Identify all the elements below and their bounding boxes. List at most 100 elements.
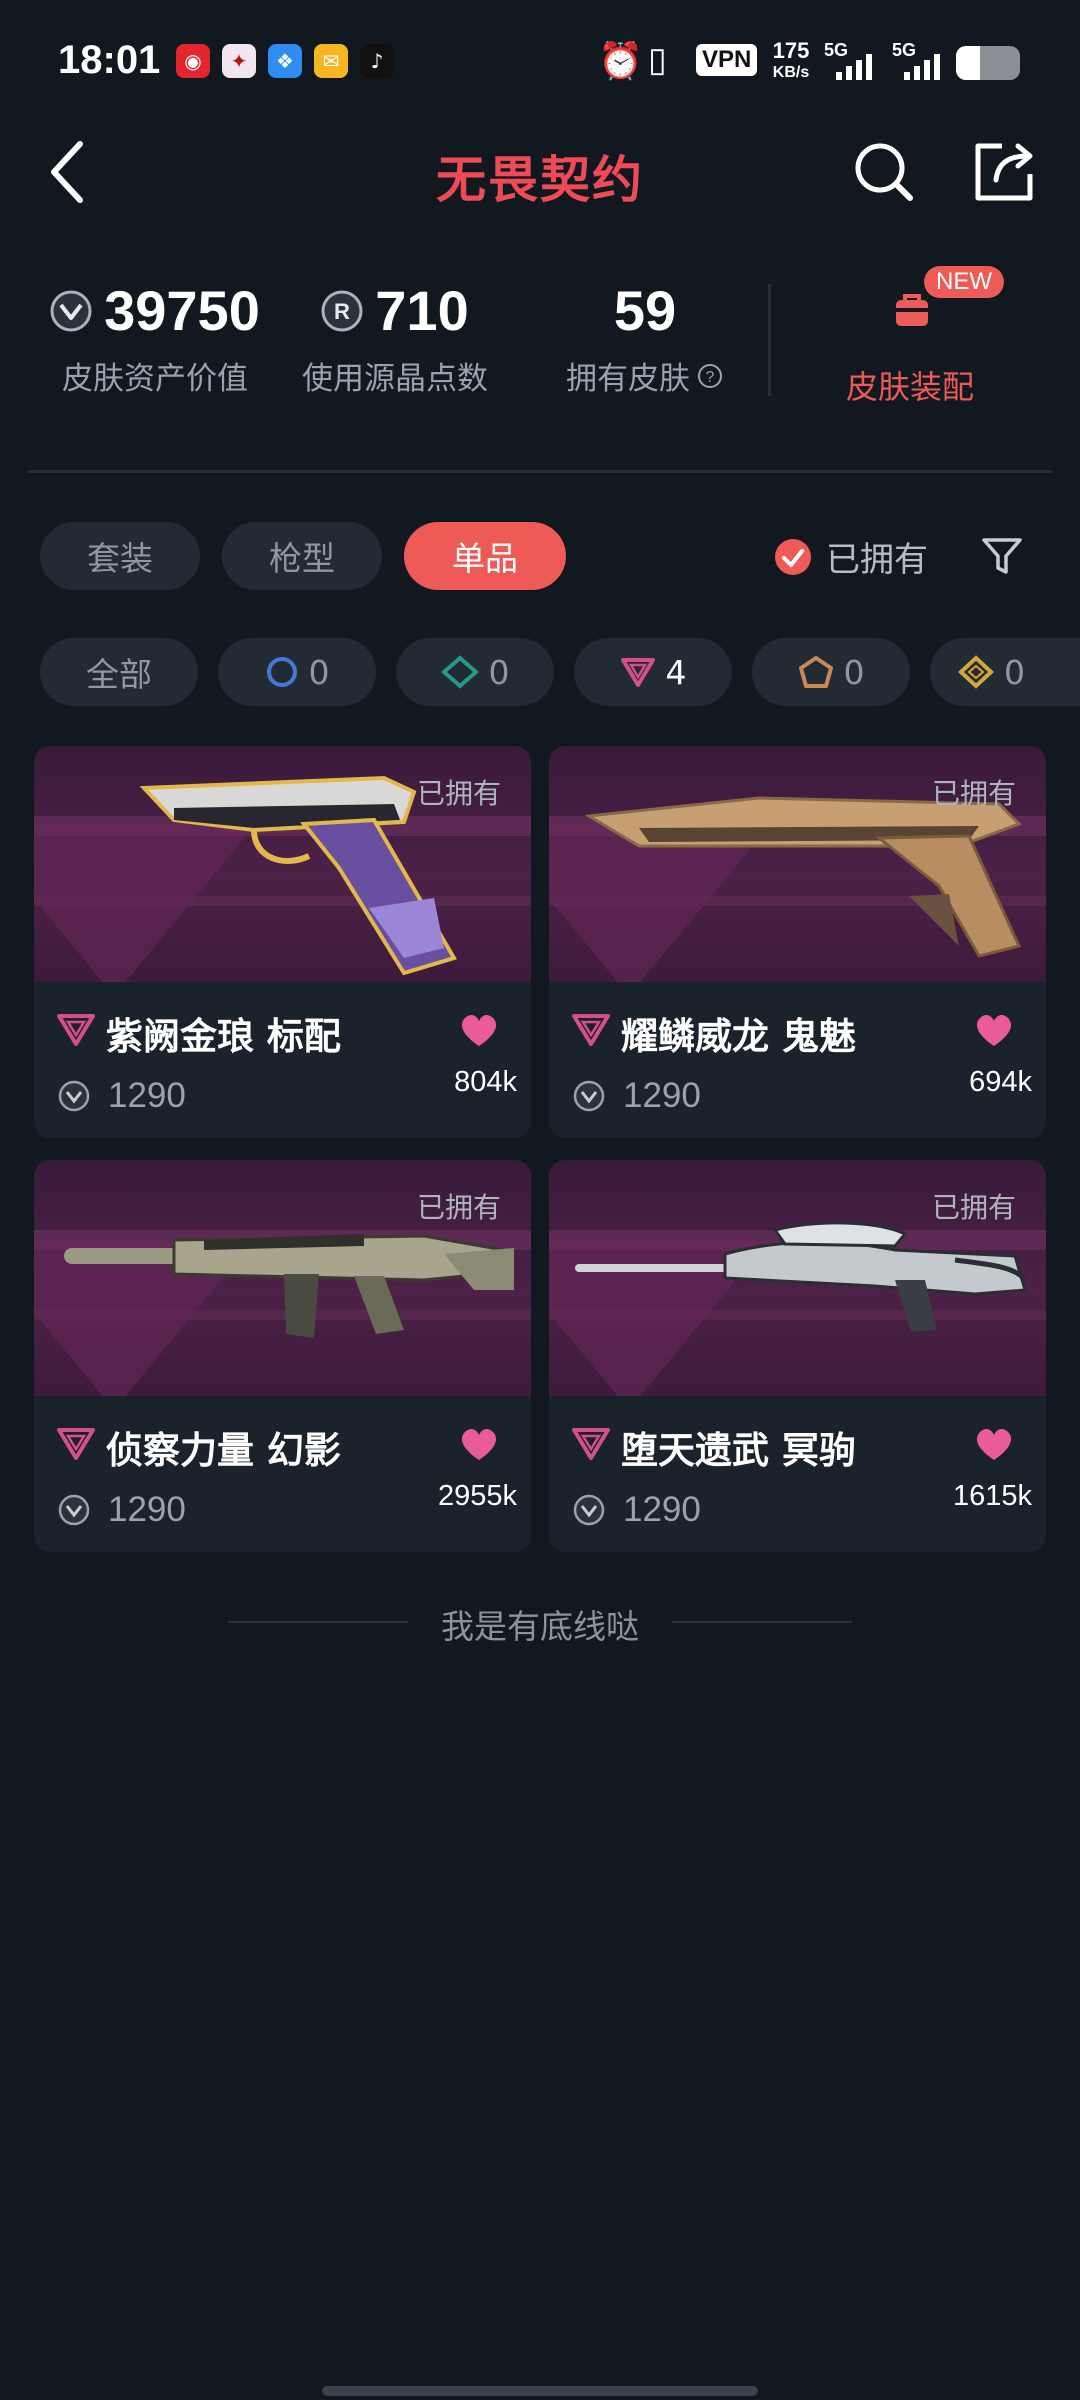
loadout-label: 皮肤装配 <box>845 368 974 406</box>
tab-single-items[interactable]: 单品 <box>404 522 566 590</box>
stat-asset-value: 39750 皮肤资产价值 <box>40 278 270 398</box>
premium-tier-icon <box>620 658 655 687</box>
help-icon[interactable]: ? <box>696 362 724 390</box>
skin-likes: 694k <box>969 1066 1032 1098</box>
skin-name: 侦察力量 幻影 <box>106 1429 341 1472</box>
premium-tier-icon <box>572 1428 610 1460</box>
rifle-image <box>64 1234 514 1338</box>
tab-bundles[interactable]: 套装 <box>40 522 200 590</box>
skin-name: 堕天遗武 冥驹 <box>621 1429 856 1472</box>
chip-all[interactable]: 全部 <box>40 638 198 706</box>
signal-1-icon <box>836 54 872 80</box>
net-speed: 175 KB/s <box>766 40 816 84</box>
app-icon-3: ❖ <box>268 44 302 78</box>
vp-coin-icon <box>573 1494 605 1526</box>
new-badge: NEW <box>924 266 1004 298</box>
heart-icon[interactable] <box>457 1008 501 1052</box>
home-indicator[interactable] <box>322 2386 758 2396</box>
signal-2-icon <box>904 54 940 80</box>
skin-card[interactable]: 已拥有 耀鳞威龙 鬼魅 1290 694k <box>549 746 1046 1138</box>
locker-icon <box>896 294 928 326</box>
chip-exclusive-count: 0 <box>843 652 865 692</box>
skin-image: 已拥有 <box>549 1160 1046 1396</box>
skin-image: 已拥有 <box>549 746 1046 982</box>
deluxe-tier-icon <box>440 655 479 689</box>
skin-image: 已拥有 <box>34 1160 531 1396</box>
loadout-button[interactable]: NEW 皮肤装配 <box>800 266 1020 406</box>
heart-icon[interactable] <box>972 1008 1016 1052</box>
chip-ultra-tier[interactable]: 0 <box>930 638 1080 706</box>
ultra-tier-icon <box>958 655 994 689</box>
owned-skins-value: 59 <box>613 279 677 342</box>
radianite-label: 使用源晶点数 <box>302 361 488 397</box>
skin-price: 1290 <box>623 1076 701 1115</box>
owned-tag: 已拥有 <box>416 777 501 810</box>
chip-premium-tier[interactable]: 4 <box>574 638 732 706</box>
skin-likes: 1615k <box>952 1480 1032 1512</box>
tiktok-icon: ♪ <box>360 44 394 78</box>
vp-coin-icon <box>58 1080 90 1112</box>
footer-line-right <box>672 1621 852 1623</box>
owned-skins-label: 拥有皮肤 <box>566 361 690 397</box>
skin-card[interactable]: 已拥有 侦察力量 幻影 1290 2955k <box>34 1160 531 1552</box>
skin-price: 1290 <box>108 1490 186 1529</box>
search-icon[interactable] <box>850 138 916 204</box>
chip-select-tier[interactable]: 0 <box>218 638 376 706</box>
premium-tier-icon <box>57 1014 95 1046</box>
checkbox-checked-icon <box>775 538 811 575</box>
radianite-icon: R <box>321 290 363 331</box>
heart-icon[interactable] <box>457 1422 501 1466</box>
status-time: 18:01 <box>58 38 161 82</box>
skin-likes: 2955k <box>437 1480 517 1512</box>
chip-deluxe-tier[interactable]: 0 <box>396 638 554 706</box>
heart-icon[interactable] <box>972 1422 1016 1466</box>
chip-exclusive-tier[interactable]: 0 <box>752 638 910 706</box>
skin-card[interactable]: 已拥有 紫阙金琅 标配 1290 804k <box>34 746 531 1138</box>
owned-tag: 已拥有 <box>416 1191 501 1224</box>
select-tier-icon <box>266 657 297 687</box>
app-title: 无畏契约 <box>436 151 644 209</box>
skin-price: 1290 <box>623 1490 701 1529</box>
vp-coin-icon <box>50 290 92 331</box>
skin-price: 1290 <box>108 1076 186 1115</box>
filter-icon[interactable] <box>980 534 1024 578</box>
net-speed-value: 175 <box>772 38 810 63</box>
vp-coin-icon <box>573 1080 605 1112</box>
asset-label: 皮肤资产价值 <box>62 361 248 397</box>
skin-name: 耀鳞威龙 鬼魅 <box>621 1015 856 1058</box>
share-icon[interactable] <box>972 140 1036 204</box>
owned-filter-label: 已拥有 <box>826 540 928 580</box>
skin-card[interactable]: 已拥有 堕天遗武 冥驹 1290 1615k <box>549 1160 1046 1552</box>
radianite-value: 710 <box>375 279 469 342</box>
end-of-list-text: 我是有底线哒 <box>441 1607 639 1646</box>
chip-ultra-count: 0 <box>1004 652 1025 692</box>
netease-music-icon: ◉ <box>176 44 210 78</box>
stat-owned-skins[interactable]: 59 拥有皮肤 ? <box>540 278 750 398</box>
owned-tag: 已拥有 <box>931 777 1016 810</box>
stats-divider <box>768 284 771 396</box>
premium-tier-icon <box>572 1014 610 1046</box>
owned-tag: 已拥有 <box>931 1191 1016 1224</box>
chip-deluxe-count: 0 <box>488 652 510 692</box>
premium-tier-icon <box>57 1428 95 1460</box>
owned-filter-toggle[interactable]: 已拥有 <box>774 532 928 581</box>
vibrate-icon: ▯ <box>648 41 667 79</box>
app-icon-2: ✦ <box>222 44 256 78</box>
chip-select-count: 0 <box>308 652 330 692</box>
mail-icon: ✉ <box>314 44 348 78</box>
vp-coin-icon <box>58 1494 90 1526</box>
net-speed-unit: KB/s <box>772 64 810 81</box>
svg-text:R: R <box>334 299 350 324</box>
skin-name: 紫阙金琅 标配 <box>106 1015 341 1058</box>
vpn-badge: VPN <box>696 44 758 76</box>
skin-image: 已拥有 <box>34 746 531 982</box>
stat-radianite: R 710 使用源晶点数 <box>290 278 500 398</box>
svg-text:?: ? <box>706 369 715 386</box>
chip-premium-count: 4 <box>665 652 687 692</box>
section-divider <box>28 470 1052 473</box>
alarm-icon: ⏰ <box>598 40 643 81</box>
sniper-image <box>575 1221 1028 1332</box>
skin-likes: 804k <box>454 1066 517 1098</box>
asset-value: 39750 <box>104 279 260 342</box>
tab-weapon-type[interactable]: 枪型 <box>222 522 382 590</box>
